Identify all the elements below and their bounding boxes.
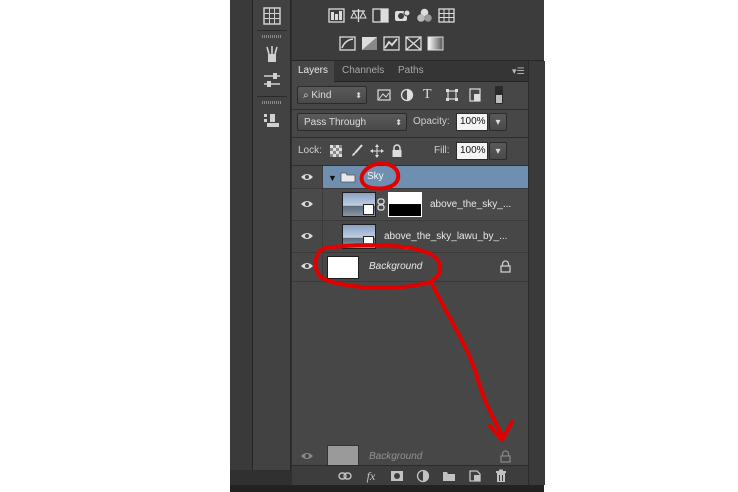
eye-visibility-icon xyxy=(301,453,313,459)
layer-thumbnail[interactable] xyxy=(342,224,376,249)
invert-icon[interactable] xyxy=(339,36,356,51)
expand-triangle-icon[interactable]: ▼ xyxy=(328,173,337,183)
filter-shape-icon[interactable] xyxy=(445,88,459,102)
filter-type-icon[interactable]: T xyxy=(423,87,437,102)
levels-balance-icon[interactable] xyxy=(350,8,367,23)
layer-name[interactable]: above_the_sky_... xyxy=(430,199,511,210)
updown-arrows-icon: ⬍ xyxy=(395,118,402,127)
black-white-icon[interactable] xyxy=(372,8,389,23)
layer-row-background[interactable]: Background xyxy=(292,253,528,282)
new-layer-icon[interactable] xyxy=(468,469,482,483)
updown-arrows-icon: ⬍ xyxy=(355,91,362,100)
filter-adjustment-icon[interactable] xyxy=(400,88,414,102)
smart-object-badge-icon xyxy=(363,236,374,247)
folder-icon xyxy=(340,171,356,183)
fill-label: Fill: xyxy=(434,145,450,156)
add-mask-icon[interactable] xyxy=(390,469,404,483)
filter-kind-dropdown[interactable]: ⌕ Kind ⬍ xyxy=(297,86,367,104)
brightness-contrast-icon[interactable] xyxy=(328,8,345,23)
lock-icon xyxy=(500,260,511,273)
visibility-cell[interactable] xyxy=(292,253,323,281)
clone-source-stamp-icon[interactable] xyxy=(262,111,282,131)
tab-channels[interactable]: Channels xyxy=(336,61,390,81)
search-icon: ⌕ xyxy=(303,90,309,101)
visibility-cell[interactable] xyxy=(292,189,323,220)
opacity-field[interactable]: 100% xyxy=(456,113,488,131)
selective-color-icon[interactable] xyxy=(427,36,444,51)
lock-position-move-icon[interactable] xyxy=(370,144,384,158)
fx-icon[interactable]: fx xyxy=(364,469,378,483)
brush-presets-icon[interactable] xyxy=(262,44,282,64)
smart-object-badge-icon xyxy=(363,204,374,215)
photo-filter-icon[interactable] xyxy=(394,8,411,23)
eye-visibility-icon xyxy=(301,263,313,269)
layer-name: Background xyxy=(369,451,423,462)
opacity-label: Opacity: xyxy=(413,116,450,127)
threshold-icon[interactable] xyxy=(383,36,400,51)
layers-bottom-toolbar: fx xyxy=(292,465,528,486)
blend-row: Pass Through ⬍ Opacity: 100% ▾ xyxy=(292,110,528,136)
lock-image-pixels-brush-icon[interactable] xyxy=(350,144,364,158)
new-group-folder-icon[interactable] xyxy=(442,469,456,483)
layer-name[interactable]: Background xyxy=(369,261,422,272)
filter-row: ⌕ Kind ⬍ T xyxy=(292,82,528,108)
chevron-down-icon: ▾ xyxy=(495,146,501,157)
panel-scrollbar[interactable] xyxy=(528,61,545,485)
eye-visibility-icon xyxy=(301,233,313,239)
panel-menu-icon[interactable]: ▾☰ xyxy=(512,65,525,77)
fill-dropdown-arrow[interactable]: ▾ xyxy=(489,142,507,160)
trash-delete-icon[interactable] xyxy=(494,469,508,483)
filter-pixel-icon[interactable] xyxy=(377,88,391,102)
adjustments-panel xyxy=(292,0,544,61)
layer-thumbnail[interactable] xyxy=(327,256,359,279)
lock-all-icon[interactable] xyxy=(391,144,405,158)
layer-name[interactable]: above_the_sky_lawu_by_... xyxy=(384,231,507,242)
opacity-dropdown-arrow[interactable]: ▾ xyxy=(489,113,507,131)
lock-label: Lock: xyxy=(298,145,322,156)
color-lookup-grid-icon[interactable] xyxy=(438,8,455,23)
lock-row: Lock: Fill: 100% ▾ xyxy=(292,138,528,164)
swatches-grid-icon[interactable] xyxy=(262,6,282,26)
layer-row-above-the-sky-masked[interactable]: above_the_sky_... xyxy=(292,189,528,221)
visibility-cell[interactable] xyxy=(292,166,323,188)
layer-mask-thumbnail[interactable] xyxy=(388,192,422,217)
layer-row-above-the-sky-lawu[interactable]: above_the_sky_lawu_by_... xyxy=(292,221,528,253)
lock-transparent-pixels-icon[interactable] xyxy=(330,145,344,159)
new-adjustment-layer-icon[interactable] xyxy=(416,469,430,483)
filter-smart-object-icon[interactable] xyxy=(468,88,482,102)
gradient-map-icon[interactable] xyxy=(405,36,422,51)
panel-tabs: Layers Channels Paths ▾☰ xyxy=(292,61,528,82)
panel-grip[interactable] xyxy=(262,101,282,104)
panel-dock-icons xyxy=(253,0,291,470)
lock-icon xyxy=(500,450,511,463)
eye-visibility-icon xyxy=(301,174,313,180)
layer-thumbnail[interactable] xyxy=(342,192,376,217)
layers-panel: Layers Channels Paths ▾☰ ⌕ Kind ⬍ T Pass… xyxy=(292,61,528,470)
layer-row-sky-group[interactable]: ▼ Sky xyxy=(292,166,528,189)
tab-paths[interactable]: Paths xyxy=(392,61,430,81)
filter-toggle-switch[interactable] xyxy=(492,86,506,104)
fill-field[interactable]: 100% xyxy=(456,142,488,160)
layer-name[interactable]: Sky xyxy=(367,171,384,182)
chevron-down-icon: ▾ xyxy=(495,117,501,128)
panel-grip[interactable] xyxy=(262,35,282,38)
adjustment-sliders-icon[interactable] xyxy=(262,70,282,90)
posterize-icon[interactable] xyxy=(361,36,378,51)
blend-mode-dropdown[interactable]: Pass Through ⬍ xyxy=(297,113,407,131)
window-bottom-edge xyxy=(230,485,544,492)
photoshop-window: Layers Channels Paths ▾☰ ⌕ Kind ⬍ T Pass… xyxy=(230,0,545,492)
link-layers-icon[interactable] xyxy=(338,469,352,483)
tool-strip xyxy=(230,0,253,470)
visibility-cell[interactable] xyxy=(292,221,323,252)
chain-link-icon[interactable] xyxy=(377,198,385,211)
eye-visibility-icon xyxy=(301,201,313,207)
channel-mixer-icon[interactable] xyxy=(416,8,433,23)
tab-layers[interactable]: Layers xyxy=(292,61,335,82)
